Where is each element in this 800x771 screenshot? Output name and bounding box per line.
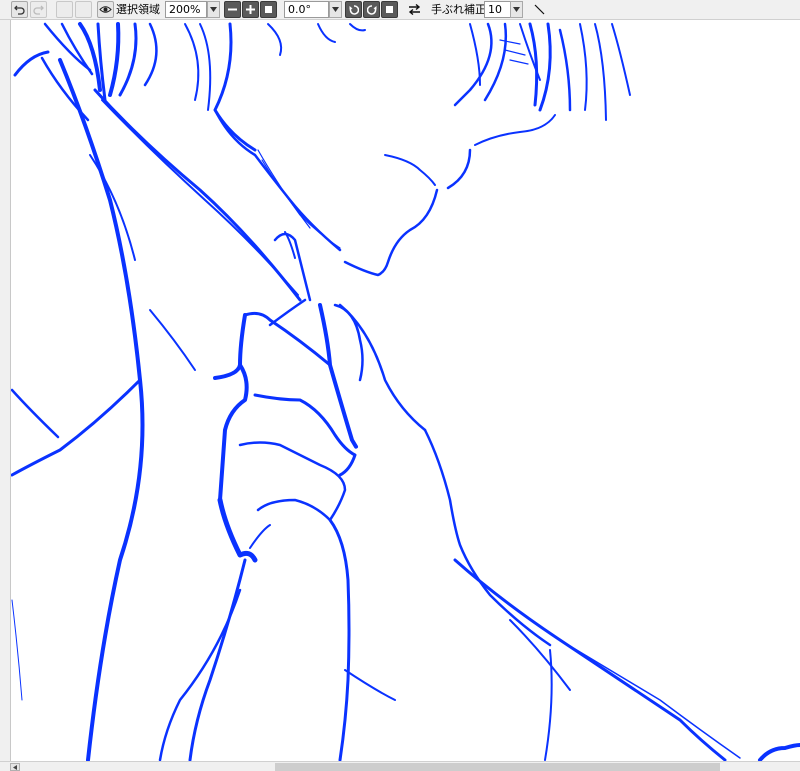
rotate-right-button[interactable] — [363, 1, 380, 18]
square-icon — [386, 6, 393, 13]
zoom-out-button[interactable] — [224, 1, 241, 18]
chevron-down-icon — [210, 7, 217, 12]
rotate-left-icon — [349, 4, 359, 15]
redo-button[interactable] — [30, 1, 47, 18]
undo-button[interactable] — [11, 1, 28, 18]
chevron-left-icon — [13, 764, 17, 770]
selection-area-label: 選択領域 — [116, 3, 160, 16]
flip-button[interactable] — [406, 1, 423, 18]
undo-icon — [14, 5, 25, 15]
flip-horizontal-icon — [408, 4, 421, 15]
stabilizer-dropdown[interactable] — [510, 1, 523, 18]
lineart-drawing — [11, 22, 800, 761]
rotate-left-button[interactable] — [345, 1, 362, 18]
line-mode-icon — [534, 4, 545, 15]
zoom-reset-button[interactable] — [260, 1, 277, 18]
rotation-dropdown[interactable] — [329, 1, 342, 18]
drawing-canvas[interactable] — [11, 20, 800, 761]
chevron-down-icon — [332, 7, 339, 12]
scroll-left-button[interactable] — [10, 763, 20, 771]
redo-icon — [33, 5, 44, 15]
horizontal-scrollbar[interactable] — [0, 761, 800, 771]
plus-icon — [246, 5, 255, 14]
eye-icon — [99, 6, 112, 13]
deselect-button[interactable] — [56, 1, 73, 18]
invert-selection-button[interactable] — [75, 1, 92, 18]
square-icon — [265, 6, 272, 13]
show-selection-button[interactable] — [97, 1, 114, 18]
rotation-field[interactable]: 0.0° — [284, 1, 329, 18]
toolbar: 選択領域 200% 0.0° 手ぶれ補正 10 — [0, 0, 800, 20]
zoom-in-button[interactable] — [242, 1, 259, 18]
scrollbar-thumb[interactable] — [275, 763, 720, 771]
left-ruler — [0, 20, 11, 761]
zoom-field[interactable]: 200% — [165, 1, 207, 18]
minus-icon — [228, 8, 237, 11]
chevron-down-icon — [513, 7, 520, 12]
rotation-reset-button[interactable] — [381, 1, 398, 18]
zoom-dropdown[interactable] — [207, 1, 220, 18]
stabilizer-field[interactable]: 10 — [484, 1, 511, 18]
stabilizer-label: 手ぶれ補正 — [431, 3, 486, 16]
rotate-right-icon — [366, 4, 376, 15]
line-mode-button[interactable] — [531, 1, 548, 18]
